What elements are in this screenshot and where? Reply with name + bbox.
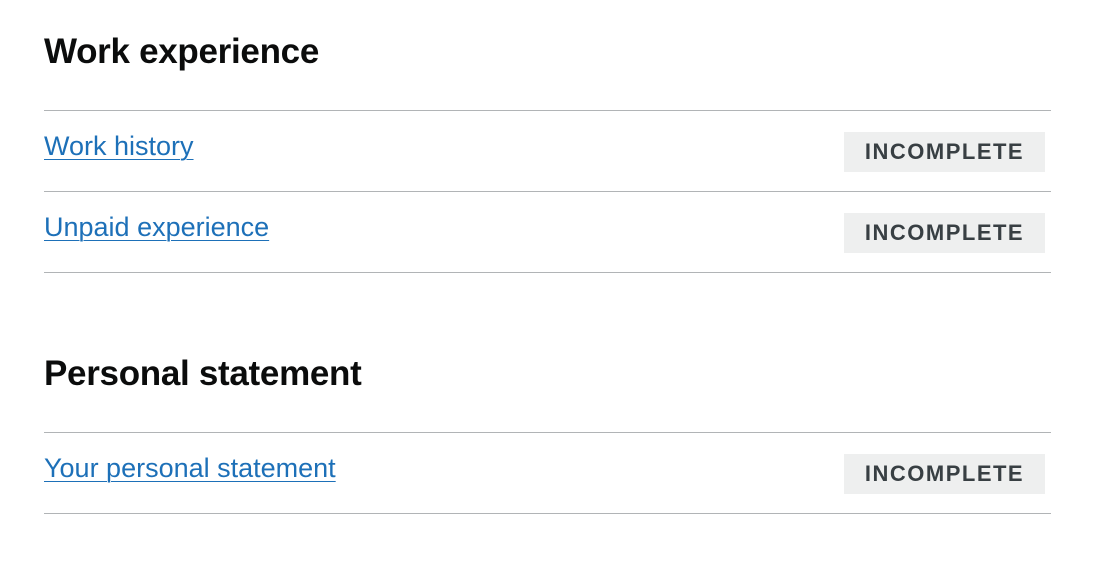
- task-row: Work history INCOMPLETE: [44, 111, 1051, 192]
- status-badge: INCOMPLETE: [844, 213, 1045, 253]
- task-list-personal-statement: Your personal statement INCOMPLETE: [44, 432, 1051, 514]
- section-heading-personal-statement: Personal statement: [44, 354, 362, 393]
- work-history-link[interactable]: Work history: [44, 131, 194, 162]
- section-heading-work-experience: Work experience: [44, 32, 319, 71]
- status-badge: INCOMPLETE: [844, 132, 1045, 172]
- task-row: Your personal statement INCOMPLETE: [44, 433, 1051, 514]
- personal-statement-link[interactable]: Your personal statement: [44, 453, 336, 484]
- unpaid-experience-link[interactable]: Unpaid experience: [44, 212, 269, 243]
- status-badge: INCOMPLETE: [844, 454, 1045, 494]
- task-row: Unpaid experience INCOMPLETE: [44, 192, 1051, 273]
- task-list-work-experience: Work history INCOMPLETE Unpaid experienc…: [44, 110, 1051, 273]
